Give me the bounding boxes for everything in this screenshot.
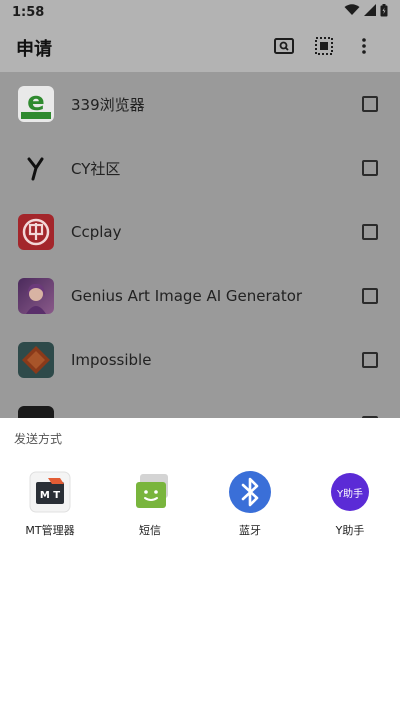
search-apps-button[interactable] xyxy=(264,28,304,68)
page-title: 申请 xyxy=(16,39,52,60)
y-helper-badge: Y助手 xyxy=(331,473,369,511)
share-targets: M T MT管理器 短信 蓝牙 Y助手 Y助手 xyxy=(0,470,400,538)
status-icons xyxy=(344,3,388,21)
signal-icon xyxy=(364,4,376,20)
share-target-y-helper[interactable]: Y助手 Y助手 xyxy=(300,470,400,538)
app-name: CY社区 xyxy=(71,159,121,178)
share-target-sms[interactable]: 短信 xyxy=(100,470,200,538)
app-row[interactable]: Genius Art Image AI Generator xyxy=(0,264,400,328)
share-target-label: 短信 xyxy=(139,524,161,537)
more-options-button[interactable] xyxy=(344,28,384,68)
select-all-button[interactable] xyxy=(304,28,344,68)
app-row[interactable] xyxy=(0,392,400,418)
app-list: e 339浏览器 CY社区 Ccplay Genius Art Image AI… xyxy=(0,72,400,418)
app-name: Impossible xyxy=(71,351,152,369)
share-target-mt-manager[interactable]: M T MT管理器 xyxy=(0,470,100,538)
select-all-icon xyxy=(315,37,333,59)
genius-art-icon xyxy=(18,278,54,314)
e-browser-icon: e xyxy=(18,86,54,122)
bluetooth-icon xyxy=(228,470,272,514)
mt-manager-icon: M T xyxy=(28,470,72,514)
search-box-icon xyxy=(274,38,294,58)
impossible-icon xyxy=(18,342,54,378)
share-sheet: 发送方式 M T MT管理器 短信 蓝牙 Y助手 Y助手 xyxy=(0,418,400,712)
share-target-label: Y助手 xyxy=(335,524,365,537)
app-icon xyxy=(18,406,54,418)
more-vert-icon xyxy=(362,38,366,58)
app-row[interactable]: CY社区 xyxy=(0,136,400,200)
app-checkbox[interactable] xyxy=(362,288,378,304)
app-name: Genius Art Image AI Generator xyxy=(71,287,303,305)
cy-icon xyxy=(18,150,54,186)
battery-icon xyxy=(380,3,388,21)
app-row[interactable]: e 339浏览器 xyxy=(0,72,400,136)
app-bar-actions xyxy=(264,28,384,68)
share-sheet-title: 发送方式 xyxy=(14,432,63,446)
share-target-label: 蓝牙 xyxy=(239,524,261,537)
share-target-label: MT管理器 xyxy=(25,524,75,537)
app-row[interactable]: Impossible xyxy=(0,328,400,392)
app-bar: 申请 xyxy=(0,24,400,72)
app-checkbox[interactable] xyxy=(362,224,378,240)
y-helper-icon: Y助手 xyxy=(328,470,372,514)
app-checkbox[interactable] xyxy=(362,96,378,112)
app-row[interactable]: Ccplay xyxy=(0,200,400,264)
share-target-bluetooth[interactable]: 蓝牙 xyxy=(200,470,300,538)
app-checkbox[interactable] xyxy=(362,352,378,368)
app-name: Ccplay xyxy=(71,223,122,241)
svg-text:M T: M T xyxy=(40,490,60,501)
app-checkbox[interactable] xyxy=(362,160,378,176)
sms-icon xyxy=(128,470,172,514)
status-bar: 1:58 xyxy=(0,0,400,24)
status-time: 1:58 xyxy=(12,4,45,20)
app-name: 339浏览器 xyxy=(71,95,145,114)
ccplay-icon xyxy=(18,214,54,250)
wifi-icon xyxy=(344,4,360,20)
